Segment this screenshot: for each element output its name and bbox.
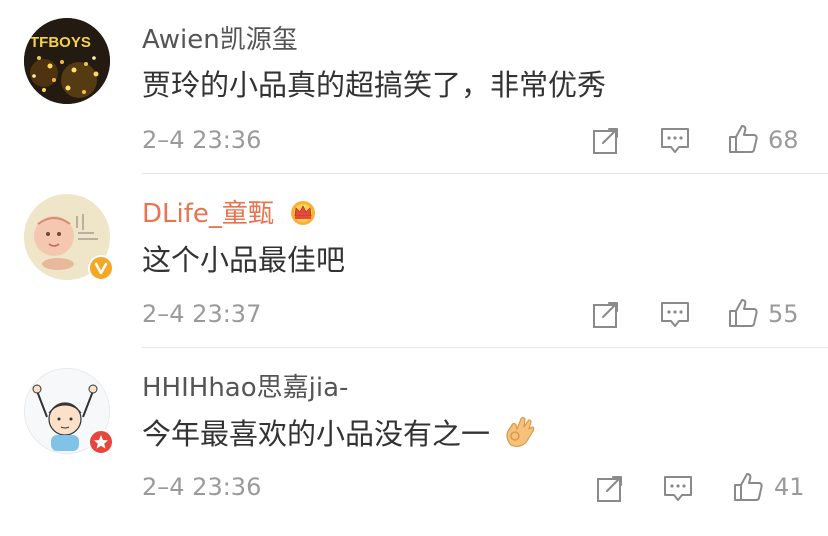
comment-text: 今年最喜欢的小品没有之一 — [142, 415, 535, 452]
like-icon[interactable] — [727, 297, 759, 329]
username[interactable]: HHIHhao思嘉jia- — [142, 372, 348, 404]
timestamp: 2–4 23:36 — [142, 473, 262, 501]
share-icon[interactable] — [590, 298, 622, 330]
ok-hand-emoji — [506, 416, 535, 447]
username[interactable]: Awien凯源玺 — [142, 24, 298, 56]
username[interactable]: DLife_童甄 — [142, 198, 318, 230]
comment-item: TFBOYS Awien凯源玺 贾玲的小品真的超搞笑了，非常优秀 2–4 23:… — [0, 0, 828, 174]
v-icon — [94, 262, 108, 275]
share-icon[interactable] — [590, 124, 622, 156]
star-icon — [94, 435, 108, 449]
avatar-image: TFBOYS — [24, 18, 110, 104]
star-badge — [88, 429, 114, 455]
avatar-text: TFBOYS — [30, 34, 91, 51]
username-text[interactable]: DLife_童甄 — [142, 199, 274, 229]
crown-icon — [291, 201, 316, 225]
comment-icon[interactable] — [659, 298, 691, 330]
comment-text: 这个小品最佳吧 — [142, 243, 346, 277]
avatar[interactable]: TFBOYS — [24, 18, 110, 104]
timestamp: 2–4 23:36 — [142, 126, 262, 154]
comment-text: 贾玲的小品真的超搞笑了，非常优秀 — [142, 68, 607, 102]
like-icon[interactable] — [727, 123, 759, 155]
comment-item: DLife_童甄 这个小品最佳吧 2–4 23:37 55 — [0, 174, 828, 348]
share-icon[interactable] — [594, 472, 626, 504]
timestamp: 2–4 23:37 — [142, 300, 262, 328]
comment-icon[interactable] — [659, 124, 691, 156]
comment-item: HHIHhao思嘉jia- 今年最喜欢的小品没有之一 2–4 23:36 41 — [0, 348, 828, 536]
comment-text-content: 今年最喜欢的小品没有之一 — [142, 417, 491, 451]
like-count[interactable]: 68 — [768, 125, 799, 155]
comment-icon[interactable] — [662, 472, 694, 504]
like-icon[interactable] — [732, 471, 764, 503]
like-count[interactable]: 55 — [768, 299, 799, 329]
like-count[interactable]: 41 — [774, 472, 805, 502]
verified-v-badge — [88, 255, 114, 281]
